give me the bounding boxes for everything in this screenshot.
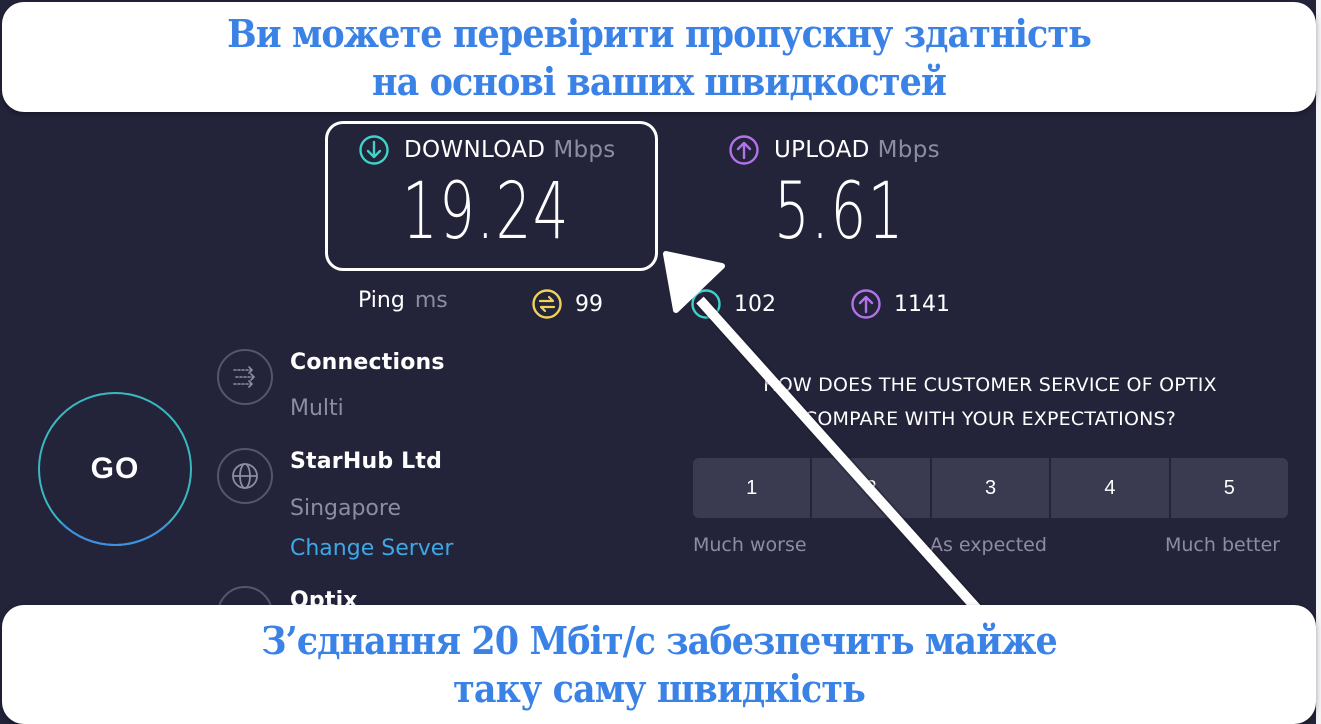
- ping-download-value: 102: [734, 291, 776, 317]
- ping-idle: 99: [531, 288, 603, 320]
- survey-question-line2: COMPARE WITH YOUR EXPECTATIONS?: [803, 408, 1177, 430]
- rating-option-3[interactable]: 3: [931, 458, 1050, 518]
- globe-icon: [232, 463, 258, 489]
- bottom-caption-line1: З’єднання 20 Мбіт/с забезпечить майже: [261, 618, 1058, 663]
- ping-upload: 1141: [850, 288, 950, 320]
- go-button[interactable]: GO: [38, 392, 192, 546]
- window-edge: [1316, 0, 1321, 724]
- upload-value: 5.61: [774, 167, 905, 257]
- top-caption-line2: на основі ваших швидкостей: [372, 59, 947, 104]
- bottom-caption-banner: З’єднання 20 Мбіт/с забезпечить майже та…: [2, 605, 1316, 724]
- top-caption-line1: Ви можете перевірити пропускну здатність: [227, 11, 1092, 56]
- upload-header: UPLOAD Mbps: [728, 134, 956, 166]
- ping-download: 102: [690, 288, 776, 320]
- connections-title: Connections: [290, 350, 445, 375]
- survey-question-line1: HOW DOES THE CUSTOMER SERVICE OF OPTIX: [763, 374, 1217, 396]
- ping-idle-value: 99: [575, 291, 603, 317]
- ping-upload-value: 1141: [894, 291, 950, 317]
- upload-arrow-icon: [729, 135, 759, 165]
- server-name: StarHub Ltd: [290, 449, 443, 474]
- server-location: Singapore: [290, 496, 401, 521]
- ping-unit: ms: [414, 288, 448, 313]
- connections-value[interactable]: Multi: [290, 396, 344, 421]
- rating-options: 1 2 3 4 5: [693, 458, 1289, 518]
- idle-ping-icon: [532, 289, 562, 319]
- rating-option-5[interactable]: 5: [1170, 458, 1289, 518]
- rating-label-high: Much better: [1165, 534, 1281, 556]
- server-icon-wrap: [217, 448, 273, 504]
- upload-result: UPLOAD Mbps 5.61: [728, 134, 956, 252]
- download-highlight-box: [325, 121, 658, 271]
- upload-label: UPLOAD: [774, 137, 870, 163]
- rating-option-1[interactable]: 1: [693, 458, 811, 518]
- ping-label: Ping ms: [358, 288, 448, 313]
- rating-label-mid: As expected: [930, 534, 1047, 556]
- upload-unit: Mbps: [877, 137, 940, 163]
- connections-icon: [233, 366, 256, 388]
- change-server-link[interactable]: Change Server: [290, 536, 453, 561]
- ping-title: Ping: [358, 288, 405, 313]
- rating-option-2[interactable]: 2: [812, 458, 930, 518]
- bottom-caption-line2: таку саму швидкість: [453, 666, 866, 711]
- rating-label-low: Much worse: [693, 534, 807, 556]
- rating-option-4[interactable]: 4: [1051, 458, 1169, 518]
- upload-ping-icon: [851, 289, 881, 319]
- top-caption-banner: Ви можете перевірити пропускну здатність…: [2, 2, 1316, 112]
- survey-question: HOW DOES THE CUSTOMER SERVICE OF OPTIX C…: [692, 368, 1288, 436]
- connections-icon-wrap: [217, 349, 273, 405]
- download-ping-icon: [691, 289, 721, 319]
